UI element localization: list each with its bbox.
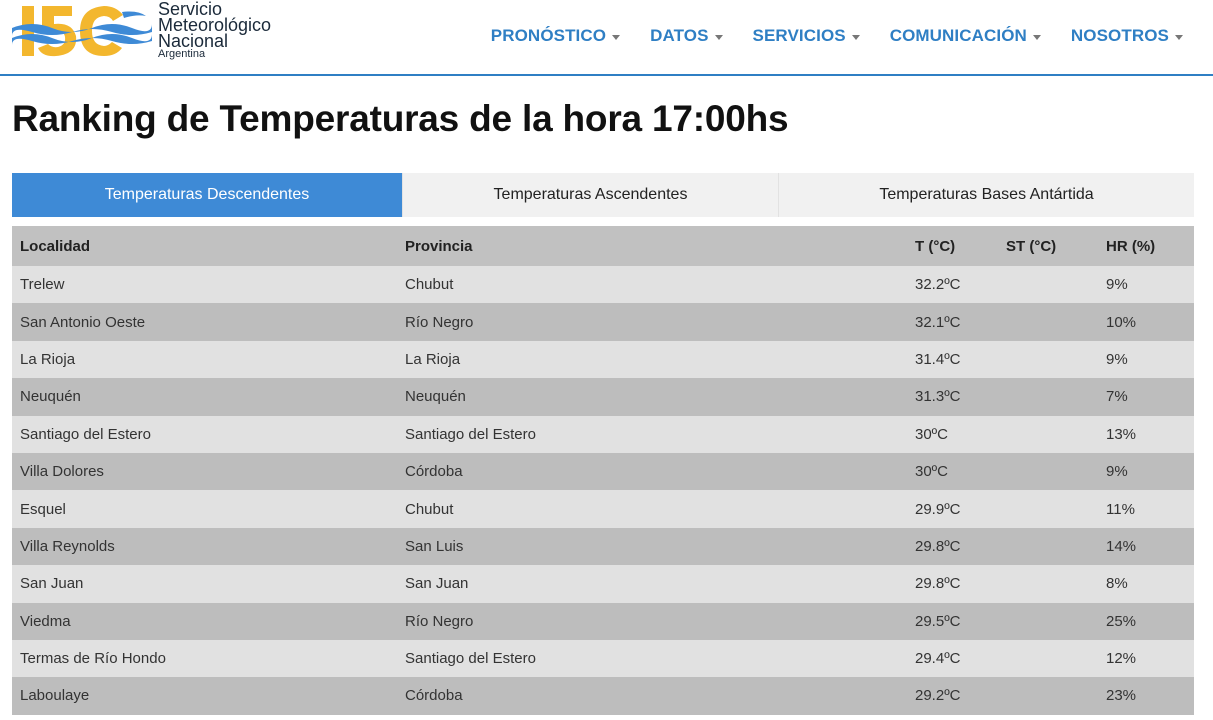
cell-localidad: Santiago del Estero: [20, 425, 151, 443]
cell-localidad: Trelew: [20, 276, 65, 294]
logo-line-3: Nacional: [158, 31, 229, 51]
caret-down-icon: [612, 34, 621, 40]
caret-down-icon: [851, 34, 860, 40]
cell-temperatura: 29.2ºC: [915, 687, 961, 705]
nav-label: SERVICIOS: [752, 26, 846, 45]
cell-provincia: La Rioja: [405, 350, 461, 368]
page-title: Ranking de Temperaturas de la hora 17:00…: [12, 98, 789, 139]
cell-temperatura: 29.8ºC: [915, 537, 961, 555]
table-row: San Antonio Oeste Río Negro 32.1ºC 10%: [12, 303, 1194, 341]
caret-down-icon: [1032, 34, 1041, 40]
cell-temperatura: 32.1ºC: [915, 313, 961, 331]
cell-temperatura: 29.4ºC: [915, 650, 961, 668]
cell-humedad: 9%: [1106, 463, 1128, 481]
smn-150-logo[interactable]: [12, 2, 152, 60]
table-row: San Juan San Juan 29.8ºC 8%: [12, 565, 1194, 603]
table-row: Trelew Chubut 32.2ºC 9%: [12, 266, 1194, 304]
cell-provincia: Córdoba: [405, 687, 463, 705]
tab-temperaturas-ascendentes[interactable]: Temperaturas Ascendentes: [403, 173, 779, 217]
nav-label: NOSOTROS: [1070, 26, 1169, 45]
table-row: Villa Reynolds San Luis 29.8ºC 14%: [12, 527, 1194, 566]
cell-provincia: San Luis: [405, 537, 464, 555]
nav-pronostico[interactable]: PRONÓSTICO: [490, 26, 621, 46]
cell-temperatura: 29.8ºC: [915, 575, 961, 593]
table-row: Santiago del Estero Santiago del Estero 30…: [12, 415, 1194, 453]
cell-localidad: San Juan: [20, 575, 84, 593]
cell-humedad: 7%: [1106, 388, 1128, 406]
cell-provincia: Neuquén: [405, 388, 466, 406]
table-row: La Rioja La Rioja 31.4ºC 9%: [12, 340, 1194, 379]
logo-text[interactable]: Servicio Meteorológico Nacional Argentin…: [158, 0, 271, 60]
cell-humedad: 11%: [1106, 500, 1135, 518]
cell-localidad: Laboulaye: [20, 687, 90, 705]
cell-temperatura: 32.2ºC: [915, 276, 961, 294]
cell-temperatura: 30ºC: [915, 425, 948, 443]
tab-bar: Temperaturas Descendentes Temperaturas A…: [12, 173, 1194, 217]
cell-temperatura: 31.4ºC: [915, 350, 961, 368]
cell-provincia: Río Negro: [405, 612, 474, 630]
nav-comunicacion[interactable]: COMUNICACIÓN: [890, 26, 1041, 46]
header-humedad[interactable]: HR (%): [1098, 238, 1194, 255]
cell-localidad: Viedma: [20, 612, 71, 630]
tab-temperaturas-bases-antartida[interactable]: Temperaturas Bases Antártida: [779, 173, 1194, 217]
caret-down-icon: [1175, 34, 1183, 40]
table-body: Trelew Chubut 32.2ºC 9% San Antonio Oeste Río…: [12, 266, 1194, 715]
cell-humedad: 12%: [1106, 650, 1137, 668]
cell-humedad: 9%: [1106, 350, 1128, 368]
table-row: Villa Dolores Córdoba 30ºC 9%: [12, 452, 1194, 491]
cell-temperatura: 31.3ºC: [915, 388, 961, 406]
table-row: Esquel Chubut 29.9ºC 11%: [12, 490, 1194, 528]
cell-localidad: Termas de Río Hondo: [20, 650, 166, 668]
cell-provincia: Santiago del Estero: [405, 425, 536, 443]
table-row: Termas de Río Hondo Santiago del Estero 29…: [12, 639, 1194, 678]
table-row: Laboulaye Córdoba 29.2ºC 23%: [12, 677, 1194, 715]
nav-servicios[interactable]: SERVICIOS: [753, 26, 860, 46]
cell-provincia: Río Negro: [405, 313, 474, 331]
cell-humedad: 25%: [1106, 612, 1137, 630]
cell-provincia: Córdoba: [405, 463, 463, 481]
ranking-table: Localidad Provincia T (°C) ST (°C) HR (%…: [12, 226, 1194, 715]
caret-down-icon: [714, 34, 723, 40]
main-nav: PRONÓSTICO DATOS SERVICIOS COMUNICACIÓN …: [491, 26, 1183, 46]
site-header: Servicio Meteorológico Nacional Argentin…: [0, 0, 1213, 76]
cell-temperatura: 29.5ºC: [915, 612, 961, 630]
header-provincia[interactable]: Provincia: [397, 238, 907, 255]
tab-temperaturas-descendentes[interactable]: Temperaturas Descendentes: [12, 173, 403, 217]
cell-localidad: La Rioja: [20, 350, 76, 368]
cell-provincia: Santiago del Estero: [405, 650, 536, 668]
cell-humedad: 14%: [1106, 537, 1137, 555]
cell-localidad: Villa Dolores: [20, 463, 104, 481]
table-header: Localidad Provincia T (°C) ST (°C) HR (%…: [12, 226, 1194, 266]
table-row: Viedma Río Negro 29.5ºC 25%: [12, 602, 1194, 640]
header-sensacion-termica[interactable]: ST (°C): [998, 238, 1098, 255]
nav-datos[interactable]: DATOS: [650, 26, 723, 46]
header-localidad[interactable]: Localidad: [12, 238, 397, 255]
cell-temperatura: 30ºC: [915, 463, 948, 481]
cell-provincia: San Juan: [405, 575, 469, 593]
cell-humedad: 13%: [1106, 425, 1137, 443]
cell-localidad: Esquel: [20, 500, 66, 518]
nav-label: COMUNICACIÓN: [889, 26, 1027, 45]
cell-humedad: 8%: [1106, 575, 1128, 593]
cell-provincia: Chubut: [405, 500, 454, 518]
cell-temperatura: 29.9ºC: [915, 500, 961, 518]
table-row: Neuquén Neuquén 31.3ºC 7%: [12, 378, 1194, 416]
cell-humedad: 23%: [1106, 687, 1137, 705]
cell-localidad: Neuquén: [20, 388, 81, 406]
header-temperatura[interactable]: T (°C): [907, 238, 998, 255]
cell-humedad: 9%: [1106, 276, 1128, 294]
nav-nosotros[interactable]: NOSOTROS: [1071, 26, 1183, 46]
cell-localidad: San Antonio Oeste: [20, 313, 146, 331]
cell-humedad: 10%: [1106, 313, 1137, 331]
nav-label: DATOS: [650, 26, 709, 45]
nav-label: PRONÓSTICO: [490, 26, 607, 45]
cell-provincia: Chubut: [405, 276, 454, 294]
cell-localidad: Villa Reynolds: [20, 537, 115, 555]
